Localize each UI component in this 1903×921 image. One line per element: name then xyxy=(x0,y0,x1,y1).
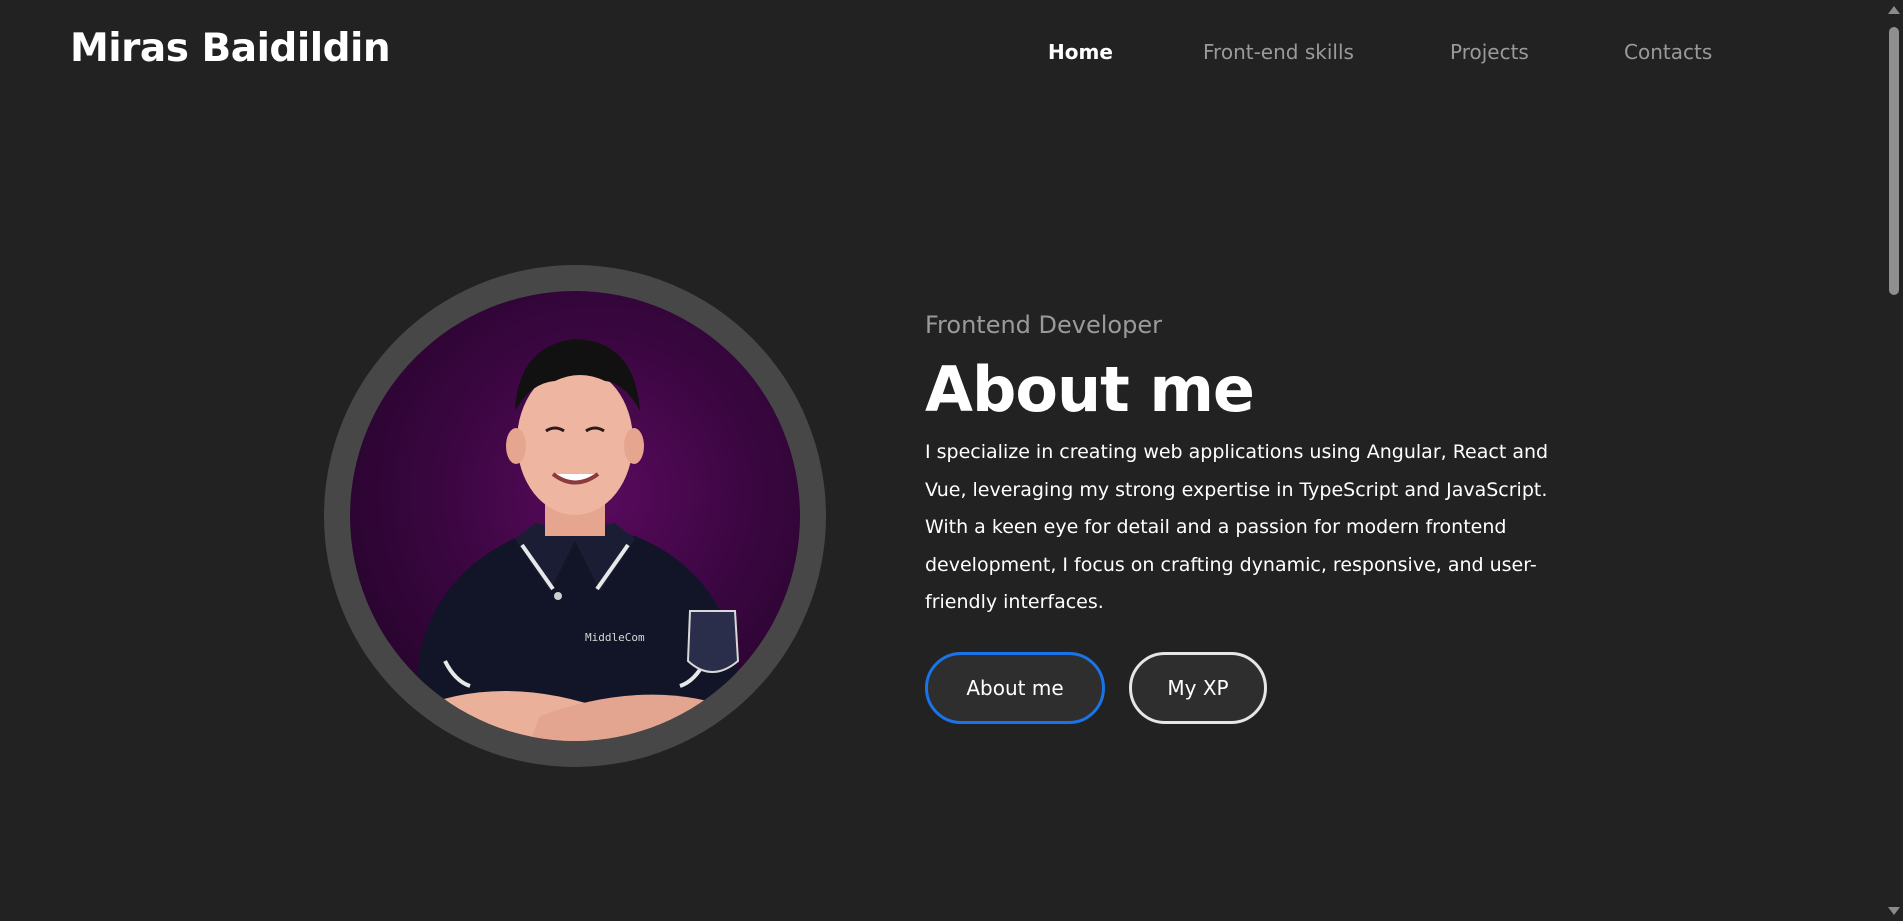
job-title: Frontend Developer xyxy=(925,311,1162,339)
page: Miras Baidildin Home Front-end skills Pr… xyxy=(0,0,1903,921)
about-me-button[interactable]: About me xyxy=(925,652,1105,724)
hero-buttons: About me My XP xyxy=(925,652,1267,724)
nav-item-front-end-skills[interactable]: Front-end skills xyxy=(1203,40,1354,64)
profile-photo: MiddleCom xyxy=(350,291,800,741)
vertical-scrollbar[interactable] xyxy=(1884,0,1903,921)
about-heading: About me xyxy=(925,353,1255,426)
scroll-up-icon[interactable] xyxy=(1888,6,1900,14)
nav-item-contacts[interactable]: Contacts xyxy=(1624,40,1712,64)
my-xp-button[interactable]: My XP xyxy=(1129,652,1267,724)
nav-item-home[interactable]: Home xyxy=(1048,40,1113,64)
scroll-thumb[interactable] xyxy=(1889,27,1899,295)
portrait-frame: MiddleCom xyxy=(324,265,826,767)
about-section: Frontend Developer About me I specialize… xyxy=(925,308,1565,622)
about-description: I specialize in creating web application… xyxy=(925,441,1549,613)
svg-text:MiddleCom: MiddleCom xyxy=(585,631,645,644)
scroll-down-icon[interactable] xyxy=(1888,907,1900,915)
site-logo[interactable]: Miras Baidildin xyxy=(70,26,391,71)
nav-item-projects[interactable]: Projects xyxy=(1450,40,1529,64)
profile-photo-illustration: MiddleCom xyxy=(410,339,745,741)
site-header: Miras Baidildin Home Front-end skills Pr… xyxy=(0,0,1884,108)
